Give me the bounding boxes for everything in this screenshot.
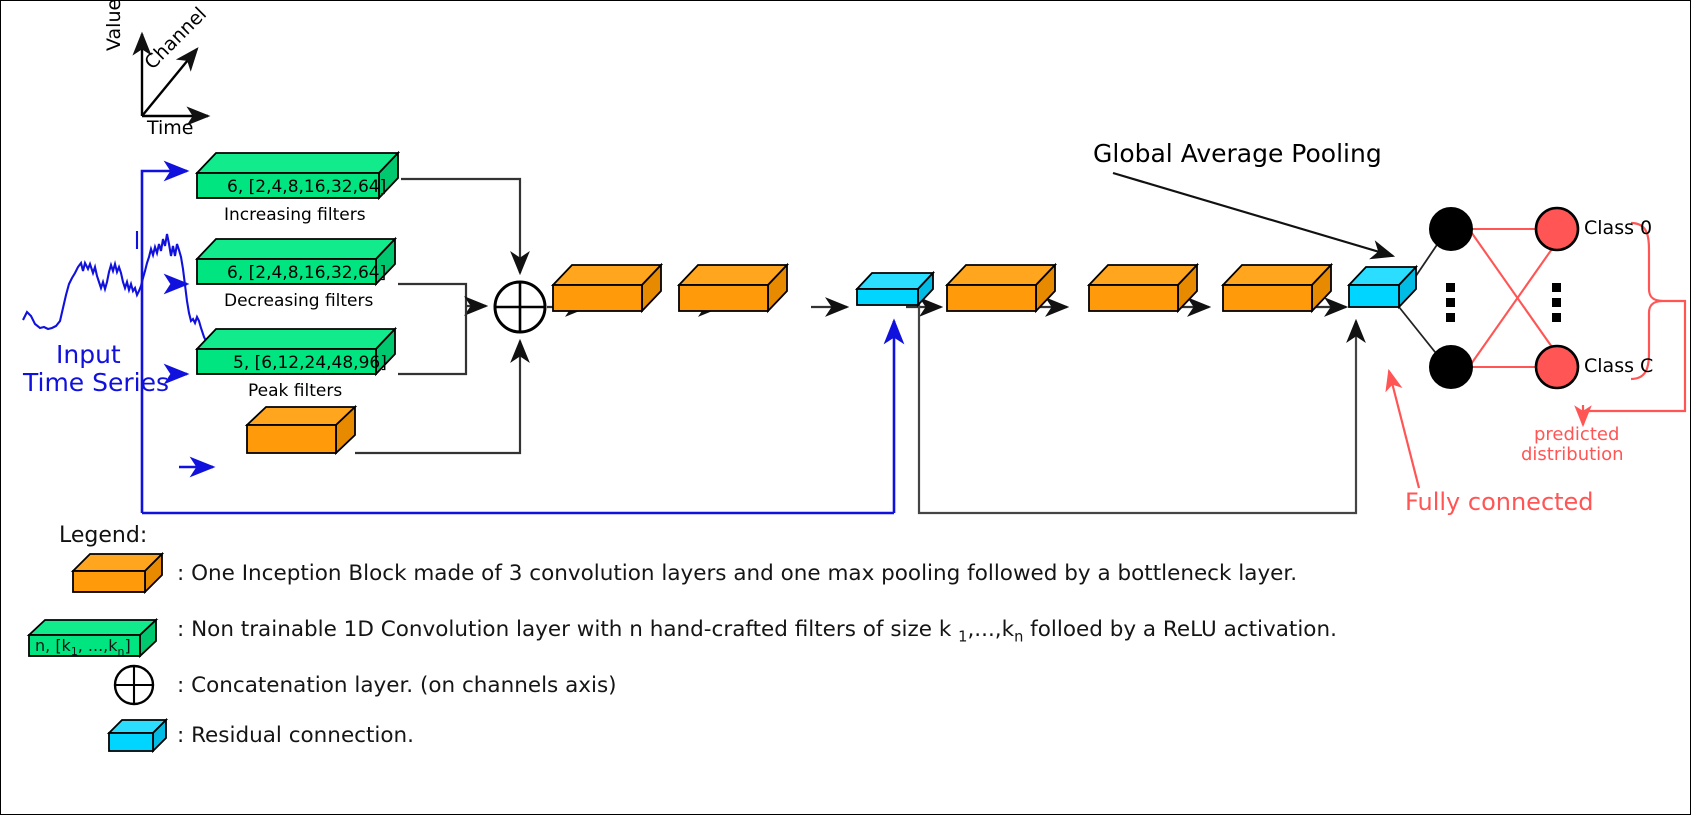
legend-nontrainable-pre: : Non trainable 1D Convolution layer wit…: [177, 617, 959, 642]
legend-item-residual-text: : Residual connection.: [177, 723, 415, 748]
filter-block-text-peak: 5, [6,12,24,48,96]: [233, 353, 387, 373]
legend-green-icon-text: n, [k1, ...,kn]: [35, 636, 131, 658]
predicted-distribution-line1: predicted: [1534, 424, 1620, 445]
filter-block-text-increasing: 6, [2,4,8,16,32,64]: [227, 177, 387, 197]
inception-block-3: [944, 262, 1058, 314]
inception-block-4: [1086, 262, 1200, 314]
residual-block-2: [1346, 264, 1419, 310]
filter-block-caption-decreasing: Decreasing filters: [224, 291, 374, 311]
legend-nontrainable-sub2: n: [1014, 628, 1024, 646]
filter-block-caption-peak: Peak filters: [248, 381, 343, 401]
inception-block-1: [550, 262, 664, 314]
legend-orange-cube-icon: [70, 551, 165, 595]
inception-block-2: [676, 262, 790, 314]
inception-block-5: [1220, 262, 1334, 314]
legend-cyan-cube-icon: [106, 717, 169, 754]
residual-block-1: [854, 270, 936, 308]
filter-block-text-decreasing: 6, [2,4,8,16,32,64]: [227, 263, 387, 283]
inception-block-bottom-input: [244, 404, 358, 456]
input-label-line2: Time Series: [23, 368, 170, 397]
fully-connected-pointer: [1385, 368, 1421, 489]
predicted-distribution-brace: [1574, 221, 1687, 428]
legend-green-icon-sub1: 1: [70, 645, 78, 659]
predicted-distribution-line2: distribution: [1521, 444, 1624, 465]
filter-block-caption-increasing: Increasing filters: [224, 205, 366, 225]
legend-title: Legend:: [59, 523, 148, 548]
axis-label-value: Value: [103, 0, 125, 51]
legend-item-concatenation-text: : Concatenation layer. (on channels axis…: [177, 673, 617, 698]
legend-green-icon-text-post: ]: [124, 636, 131, 655]
legend-concat-circle-icon: [113, 664, 155, 706]
class-label-last: Class C: [1584, 355, 1654, 377]
dense-nodes: [1429, 206, 1580, 390]
gap-pointer-arrow: [1112, 171, 1396, 260]
legend-green-icon-text-pre: n, [k: [35, 636, 71, 655]
global-average-pooling-label: Global Average Pooling: [1093, 139, 1382, 168]
concatenation-node: [493, 280, 547, 334]
legend-nontrainable-mid: ,...,k: [967, 617, 1015, 642]
figure-canvas: Value Time Channel Input Time Series 6, …: [0, 0, 1691, 815]
input-label-line1: Input: [56, 340, 121, 369]
legend-item-nontrainable-text: : Non trainable 1D Convolution layer wit…: [177, 617, 1337, 645]
legend-item-inception-text: : One Inception Block made of 3 convolut…: [177, 561, 1298, 586]
residual-skip-bus: [917, 301, 1366, 515]
class-label-first: Class 0: [1584, 217, 1653, 239]
legend-green-icon-text-mid: , ...,k: [77, 636, 118, 655]
axis-label-time: Time: [147, 117, 194, 139]
fully-connected-label: Fully connected: [1405, 488, 1594, 516]
legend-nontrainable-post: folloed by a ReLU activation.: [1023, 617, 1337, 642]
